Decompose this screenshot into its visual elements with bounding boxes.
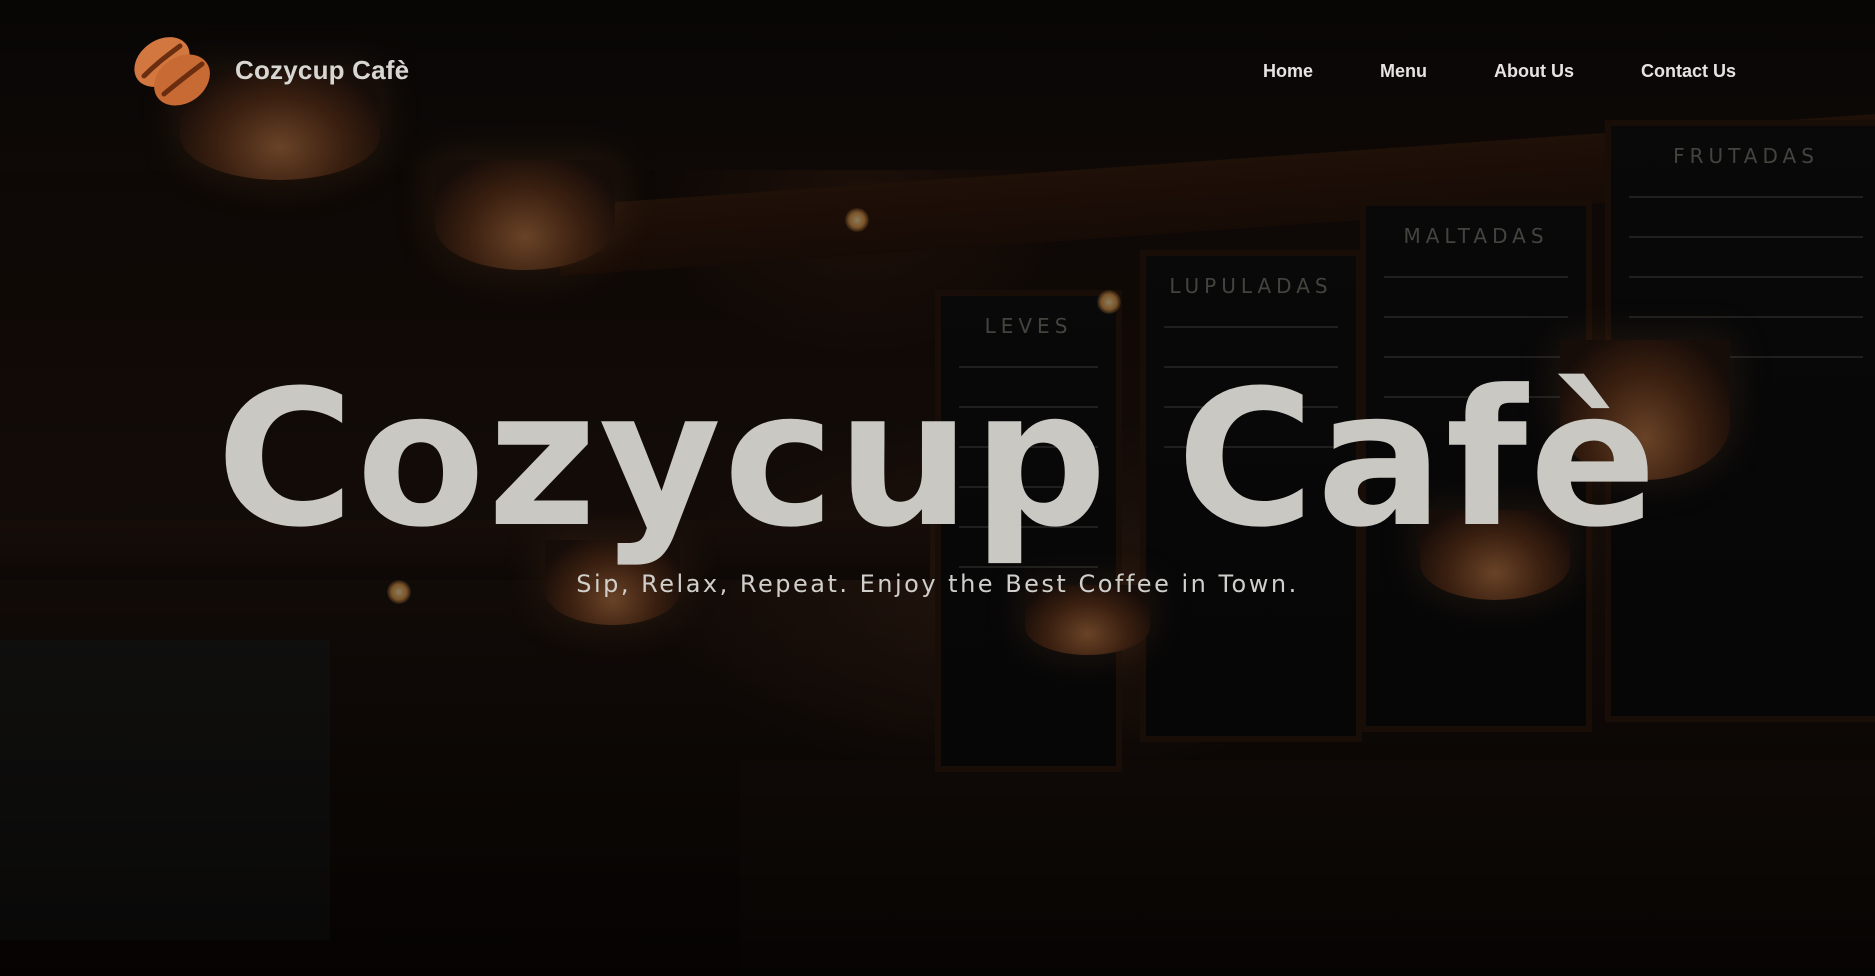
nav-about-us[interactable]: About Us <box>1494 58 1574 84</box>
coffee-beans-icon <box>124 28 220 112</box>
nav-contact-us[interactable]: Contact Us <box>1641 58 1736 84</box>
brand-logo-link[interactable]: Cozycup Cafè <box>124 28 409 112</box>
nav-home[interactable]: Home <box>1263 58 1313 84</box>
hero-section: LEVES LUPULADAS MALTADAS FRUTADAS Cozycu… <box>0 0 1875 976</box>
main-nav: Home Menu About Us Contact Us <box>1263 58 1736 84</box>
hero-subtitle: Sip, Relax, Repeat. Enjoy the Best Coffe… <box>576 570 1299 598</box>
nav-menu[interactable]: Menu <box>1380 58 1427 84</box>
navbar: Cozycup Cafè Home Menu About Us Contact … <box>0 0 1875 145</box>
hero-title: Cozycup Cafè <box>216 350 1659 569</box>
brand-name: Cozycup Cafè <box>235 54 410 85</box>
